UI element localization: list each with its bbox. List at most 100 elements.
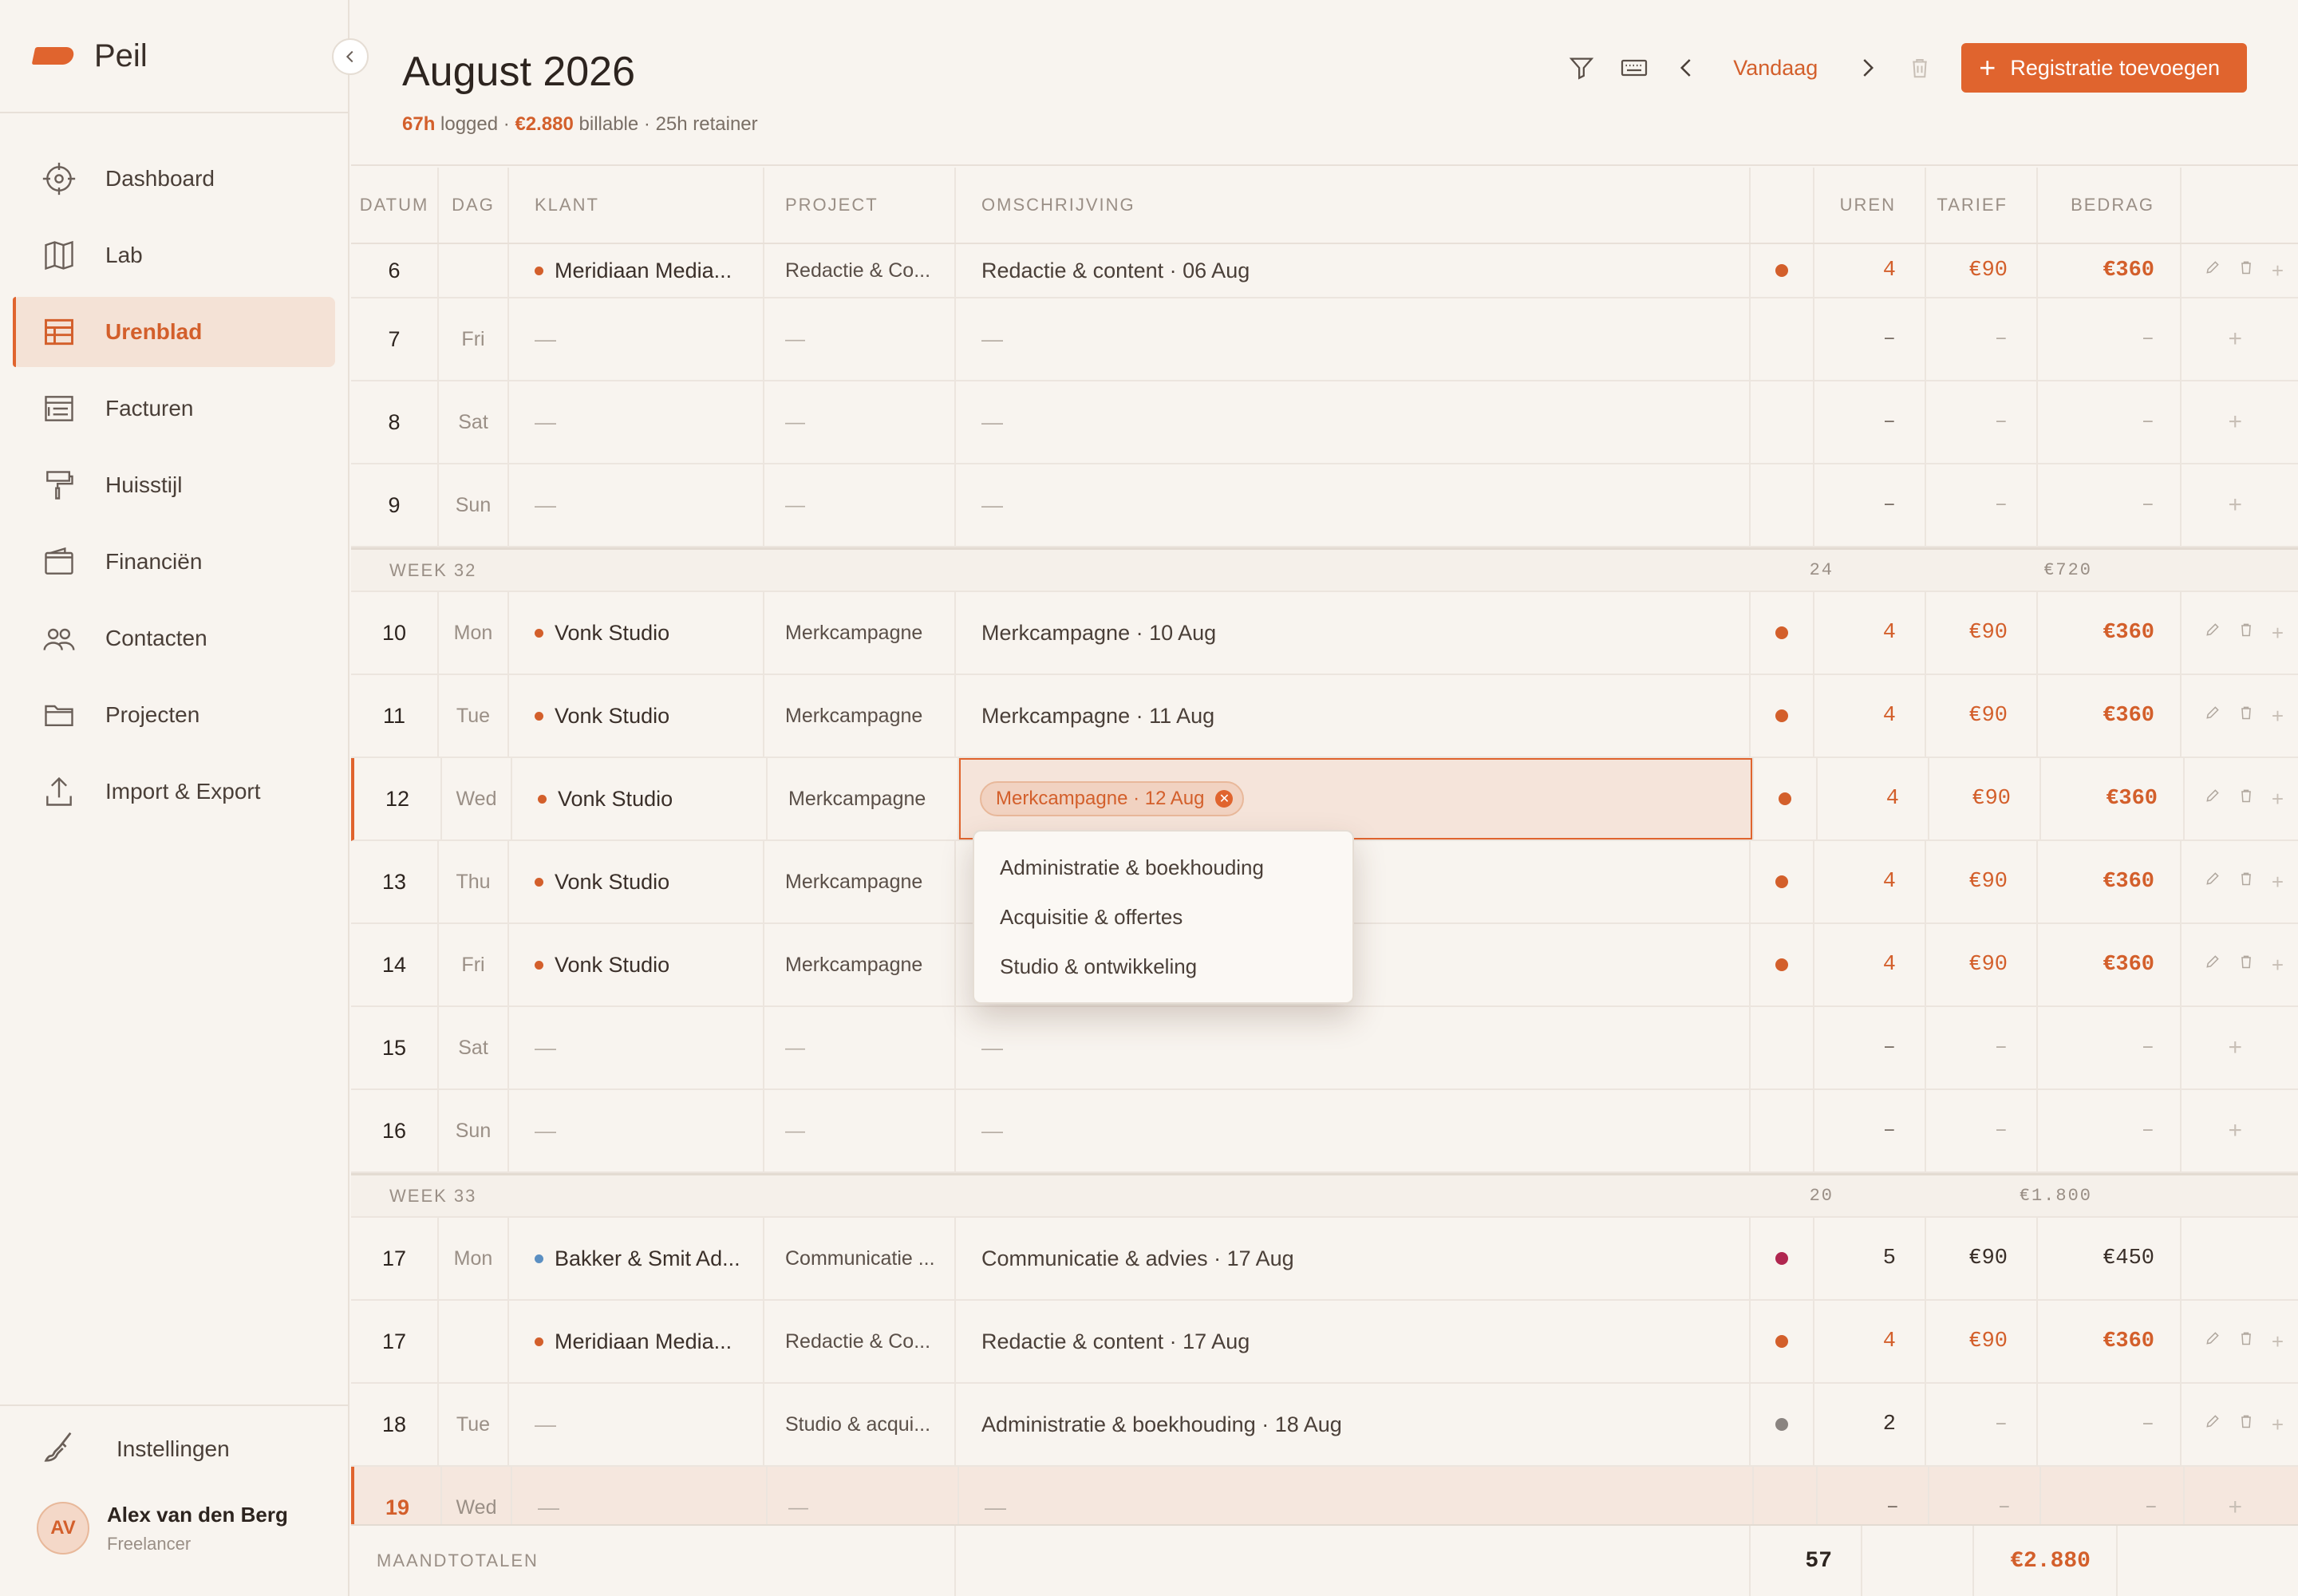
cell-omschrijving[interactable]: Administratie & boekhouding · 18 Aug <box>956 1384 1751 1465</box>
trash-icon[interactable] <box>2238 621 2254 646</box>
sidebar-item-projecten[interactable]: Projecten <box>13 680 335 750</box>
cell-uren[interactable]: – <box>1814 464 1926 546</box>
cell-project[interactable]: — <box>764 381 956 463</box>
description-chip[interactable]: Merkcampagne · 12 Aug ✕ <box>980 781 1245 816</box>
prev-month-button[interactable] <box>1669 50 1704 85</box>
edit-icon[interactable] <box>2205 953 2221 978</box>
cell-project[interactable]: Redactie & Co... <box>764 244 956 297</box>
trash-icon[interactable] <box>2238 870 2254 895</box>
cell-omschrijving[interactable]: — <box>956 381 1751 463</box>
cell-klant[interactable]: — <box>509 464 764 546</box>
cell-tarief[interactable]: €90 <box>1926 841 2038 922</box>
cell-uren[interactable]: 4 <box>1814 924 1926 1005</box>
table-row[interactable]: 18 Tue — Studio & acqui... Administratie & b… <box>351 1384 2298 1467</box>
cell-project[interactable]: Redactie & Co... <box>764 1301 956 1382</box>
table-row[interactable]: 6 Meridiaan Media... Redactie & Co... Redac… <box>351 244 2298 298</box>
cell-tarief[interactable]: – <box>1926 381 2038 463</box>
cell-tarief[interactable]: €90 <box>1926 1301 2038 1382</box>
cell-omschrijving[interactable]: Merkcampagne · 12 Aug ✕ <box>959 758 1754 839</box>
cell-project[interactable]: Merkcampagne <box>764 924 956 1005</box>
cell-project[interactable]: — <box>764 1007 956 1088</box>
cell-project[interactable]: Communicatie ... <box>764 1218 956 1299</box>
table-row[interactable]: 17 Mon Bakker & Smit Ad... Communicatie ...… <box>351 1218 2298 1301</box>
col-omschrijving[interactable]: OMSCHRIJVING <box>956 168 1751 243</box>
cell-tarief[interactable]: – <box>1926 464 2038 546</box>
col-klant[interactable]: KLANT <box>509 168 764 243</box>
col-bedrag[interactable]: BEDRAG <box>2038 168 2182 243</box>
add-entry-button[interactable]: + <box>2228 1117 2298 1144</box>
cell-omschrijving[interactable]: Redactie & content · 17 Aug <box>956 1301 1751 1382</box>
table-row[interactable]: 12 Wed Vonk Studio Merkcampagne Merkcampagne… <box>351 758 2298 841</box>
cell-omschrijving[interactable]: — <box>956 1090 1751 1171</box>
sidebar-item-facturen[interactable]: Facturen <box>13 373 335 444</box>
edit-icon[interactable] <box>2205 1329 2221 1354</box>
delete-button[interactable] <box>1902 50 1937 85</box>
cell-project[interactable]: Merkcampagne <box>764 841 956 922</box>
sidebar-item-lab[interactable]: Lab <box>13 220 335 290</box>
cell-tarief[interactable]: €90 <box>1926 592 2038 674</box>
description-input[interactable]: Merkcampagne · 12 Aug ✕ <box>959 758 1752 839</box>
cell-tarief[interactable]: €90 <box>1929 758 2041 839</box>
edit-icon[interactable] <box>2205 787 2221 812</box>
cell-klant[interactable]: — <box>509 1384 764 1465</box>
add-registration-button[interactable]: + Registratie toevoegen <box>1961 43 2247 93</box>
table-row[interactable]: 10 Mon Vonk Studio Merkcampagne Merkcampagne… <box>351 592 2298 675</box>
table-row[interactable]: 8 Sat — — — – – – + <box>351 381 2298 464</box>
sidebar-item-financiën[interactable]: Financiën <box>13 527 335 597</box>
trash-icon[interactable] <box>2238 1412 2254 1437</box>
add-row-icon[interactable]: + <box>2272 621 2284 646</box>
table-row[interactable]: 16 Sun — — — – – – + <box>351 1090 2298 1173</box>
sidebar-item-huisstijl[interactable]: Huisstijl <box>13 450 335 520</box>
table-row[interactable]: 15 Sat — — — – – – + <box>351 1007 2298 1090</box>
add-row-icon[interactable]: + <box>2272 704 2284 729</box>
cell-uren[interactable]: – <box>1814 298 1926 380</box>
cell-tarief[interactable]: – <box>1926 1090 2038 1171</box>
edit-icon[interactable] <box>2205 704 2221 729</box>
sidebar-item-contacten[interactable]: Contacten <box>13 603 335 674</box>
user-profile[interactable]: AV Alex van den Berg Freelancer <box>0 1502 348 1555</box>
next-month-button[interactable] <box>1850 50 1885 85</box>
cell-klant[interactable]: Meridiaan Media... <box>509 1301 764 1382</box>
cell-uren[interactable]: – <box>1814 1090 1926 1171</box>
cell-klant[interactable]: Vonk Studio <box>509 675 764 757</box>
col-project[interactable]: PROJECT <box>764 168 956 243</box>
cell-klant[interactable]: Vonk Studio <box>509 592 764 674</box>
cell-klant[interactable]: — <box>509 381 764 463</box>
cell-omschrijving[interactable]: Merkcampagne · 11 Aug <box>956 675 1751 757</box>
add-entry-button[interactable]: + <box>2228 1494 2298 1521</box>
cell-uren[interactable]: 5 <box>1814 1218 1926 1299</box>
col-uren[interactable]: UREN <box>1814 168 1926 243</box>
edit-icon[interactable] <box>2205 259 2221 283</box>
cell-uren[interactable]: 4 <box>1814 592 1926 674</box>
sidebar-item-dashboard[interactable]: Dashboard <box>13 144 335 214</box>
cell-klant[interactable]: Meridiaan Media... <box>509 244 764 297</box>
cell-klant[interactable]: Vonk Studio <box>512 758 768 839</box>
add-entry-button[interactable]: + <box>2228 492 2298 519</box>
cell-uren[interactable]: 4 <box>1814 675 1926 757</box>
table-row[interactable]: 7 Fri — — — – – – + <box>351 298 2298 381</box>
trash-icon[interactable] <box>2238 787 2254 812</box>
cell-uren[interactable]: – <box>1814 1007 1926 1088</box>
cell-tarief[interactable]: €90 <box>1926 1218 2038 1299</box>
add-entry-button[interactable]: + <box>2228 1034 2298 1061</box>
filter-button[interactable] <box>1564 50 1599 85</box>
add-entry-button[interactable]: + <box>2228 326 2298 353</box>
dropdown-option[interactable]: Studio & ontwikkeling <box>974 942 1352 991</box>
trash-icon[interactable] <box>2238 953 2254 978</box>
cell-tarief[interactable]: €90 <box>1926 244 2038 297</box>
sidebar-item-import-export[interactable]: Import & Export <box>13 757 335 827</box>
cell-uren[interactable]: 4 <box>1814 841 1926 922</box>
cell-omschrijving[interactable]: Redactie & content · 06 Aug <box>956 244 1751 297</box>
cell-project[interactable]: — <box>764 464 956 546</box>
cell-omschrijving[interactable]: Merkcampagne · 10 Aug <box>956 592 1751 674</box>
cell-omschrijving[interactable]: Communicatie & advies · 17 Aug <box>956 1218 1751 1299</box>
cell-klant[interactable]: Vonk Studio <box>509 841 764 922</box>
sidebar-item-urenblad[interactable]: Urenblad <box>13 297 335 367</box>
edit-icon[interactable] <box>2205 870 2221 895</box>
table-row[interactable]: 11 Tue Vonk Studio Merkcampagne Merkcampagne… <box>351 675 2298 758</box>
cell-klant[interactable]: — <box>509 1007 764 1088</box>
collapse-sidebar-button[interactable] <box>332 38 369 75</box>
keyboard-button[interactable] <box>1617 50 1652 85</box>
cell-project[interactable]: Studio & acqui... <box>764 1384 956 1465</box>
cell-tarief[interactable]: – <box>1926 1007 2038 1088</box>
